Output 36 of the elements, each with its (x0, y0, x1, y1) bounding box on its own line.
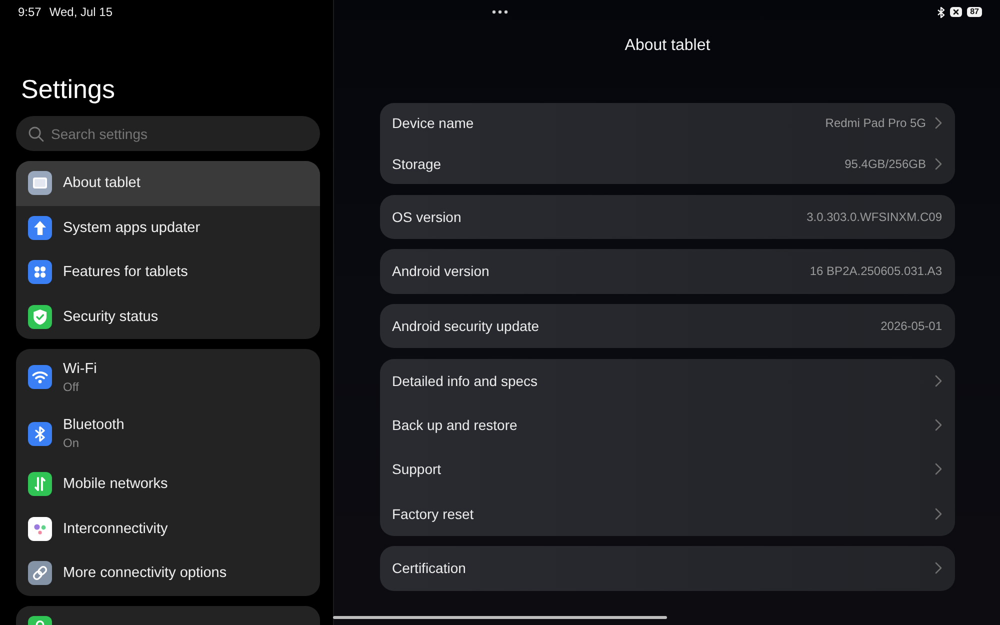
info-row[interactable]: Android version 16 BP2A.250605.031.A3 (380, 249, 955, 294)
row-value: 3.0.303.0.WFSINXM.C09 (806, 210, 942, 224)
bluetooth-icon (937, 6, 946, 18)
sidebar-item[interactable]: Bluetooth On (16, 406, 320, 462)
sidebar-item[interactable]: More connectivity options (16, 551, 320, 596)
sidebar-item[interactable]: Wi-Fi Off (16, 349, 320, 406)
info-row[interactable]: Back up and restore (380, 403, 955, 448)
battery-indicator: 87 (967, 7, 982, 17)
settings-title: Settings (21, 73, 116, 105)
row-value: Redmi Pad Pro 5G (825, 116, 926, 130)
info-row[interactable]: Support (380, 447, 955, 492)
info-row[interactable]: OS version 3.0.303.0.WFSINXM.C09 (380, 194, 955, 239)
info-row[interactable]: Device name Redmi Pad Pro 5G (380, 103, 955, 144)
search-icon (28, 126, 44, 142)
info-row[interactable]: Certification (380, 546, 955, 590)
search-field[interactable]: Search settings (16, 116, 320, 151)
info-row[interactable]: Factory reset (380, 492, 955, 536)
clock-time: 9:57 (18, 5, 42, 19)
info-row[interactable]: Storage 95.4GB/256GB (380, 144, 955, 184)
row-value: 16 BP2A.250605.031.A3 (810, 264, 942, 278)
sidebar-item[interactable]: Mobile networks (16, 462, 320, 506)
page-title: About tablet (624, 36, 712, 56)
three-dots-icon[interactable] (492, 10, 508, 14)
sidebar-item[interactable]: Features for tablets (16, 250, 320, 294)
sidebar-item[interactable]: System apps updater (16, 206, 320, 250)
row-value: 95.4GB/256GB (844, 156, 926, 171)
sidebar-item[interactable]: About tablet (16, 161, 320, 206)
info-row[interactable]: Detailed info and specs (380, 358, 955, 403)
item-status: Off (63, 380, 80, 394)
item-status: On (63, 436, 80, 450)
row-value: 2026-05-01 (880, 319, 942, 334)
info-row[interactable]: Android security update 2026-05-01 (380, 304, 955, 348)
sidebar-item[interactable]: Security status (16, 294, 320, 339)
sidebar-item[interactable]: Interconnectivity (16, 506, 320, 551)
date-text: Wed, Jul 15 (49, 5, 113, 19)
x-box-icon (950, 7, 962, 17)
